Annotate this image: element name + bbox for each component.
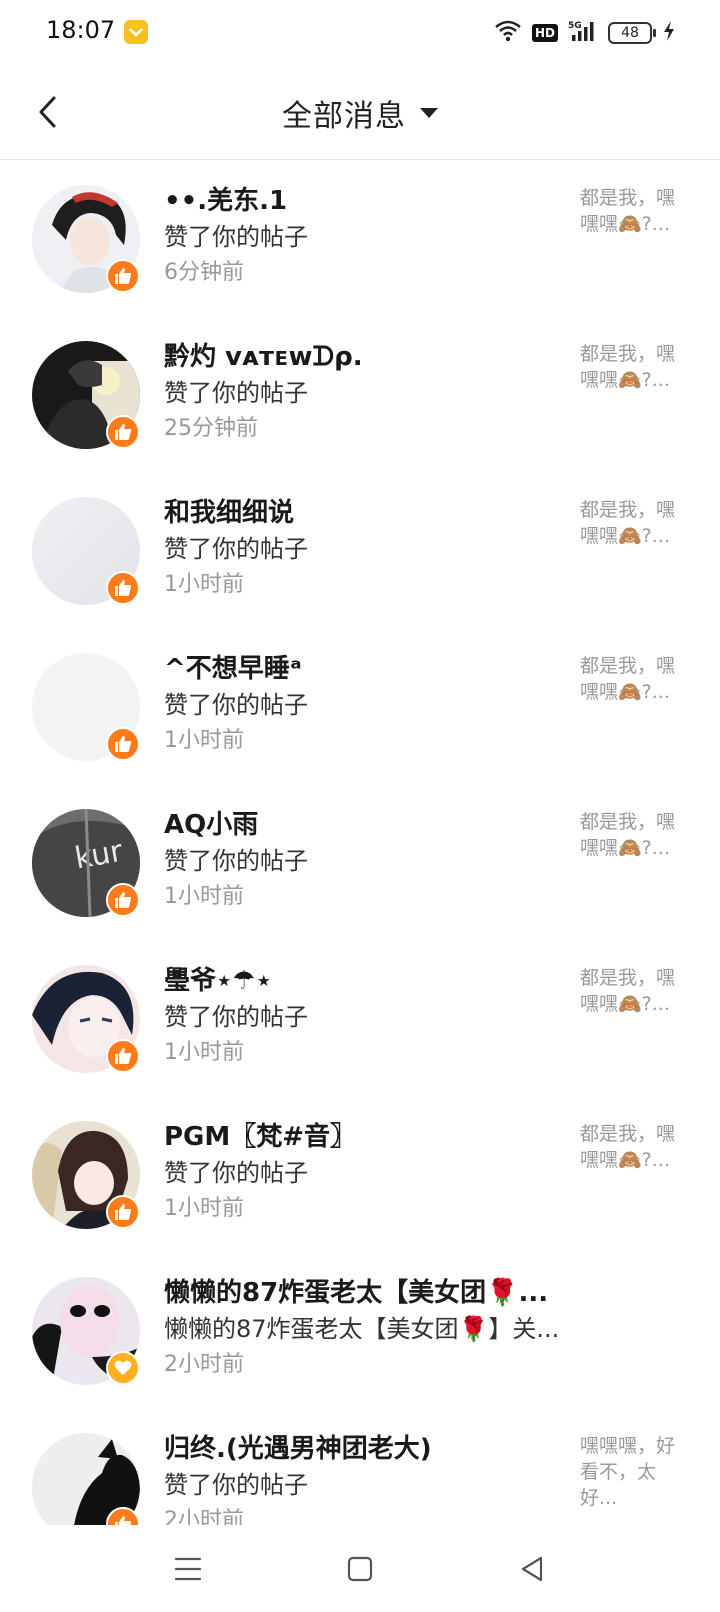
system-nav-bar xyxy=(0,1525,720,1612)
message-action: 赞了你的帖子 xyxy=(164,847,308,875)
message-item[interactable]: ^不想早睡ᵃ 赞了你的帖子 1小时前 都是我，嘿嘿嘿🙈?... xyxy=(0,629,720,785)
message-time: 1小时前 xyxy=(164,572,244,597)
caret-down-icon[interactable] xyxy=(420,108,438,118)
battery-indicator: 48 xyxy=(608,22,656,44)
message-action: 赞了你的帖子 xyxy=(164,535,308,563)
message-item[interactable]: 懒懒的87炸蛋老太【美女团🌹... 懒懒的87炸蛋老太【美女团🌹】关... 2小… xyxy=(0,1253,720,1409)
message-item[interactable]: 璺爷⋆☂⋆ 赞了你的帖子 1小时前 都是我，嘿嘿嘿🙈?... xyxy=(0,941,720,1097)
sender-name[interactable]: 懒懒的87炸蛋老太【美女团🌹... xyxy=(164,1275,564,1311)
status-time: 18:07 xyxy=(46,16,116,44)
home-button[interactable] xyxy=(338,1547,382,1591)
wifi-icon xyxy=(494,20,522,46)
post-preview[interactable]: 都是我，嘿嘿嘿🙈?... xyxy=(580,1121,690,1173)
post-preview[interactable]: 嘿嘿嘿，好看不，太好... xyxy=(580,1433,690,1511)
signal-icon: 5G xyxy=(568,19,598,47)
menu-icon xyxy=(174,1557,202,1581)
title-dropdown[interactable]: 全部消息 xyxy=(0,66,720,160)
message-time: 2小时前 xyxy=(164,1508,244,1525)
thumbs-up-icon xyxy=(115,1204,132,1220)
heart-icon xyxy=(114,1360,132,1375)
message-time: 1小时前 xyxy=(164,1040,244,1065)
menu-button[interactable] xyxy=(166,1547,210,1591)
heart-badge xyxy=(106,1351,140,1385)
like-badge xyxy=(106,883,140,917)
message-item[interactable]: 和我细细说 赞了你的帖子 1小时前 都是我，嘿嘿嘿🙈?... xyxy=(0,473,720,629)
post-preview[interactable]: 都是我，嘿嘿嘿🙈?... xyxy=(580,341,690,393)
message-action: 赞了你的帖子 xyxy=(164,1471,308,1499)
thumbs-up-icon xyxy=(115,892,132,908)
thumbs-up-icon xyxy=(115,1048,132,1064)
message-action: 赞了你的帖子 xyxy=(164,691,308,719)
thumbs-up-icon xyxy=(115,268,132,284)
message-time: 25分钟前 xyxy=(164,416,258,441)
sender-name[interactable]: ••.羌东.1 xyxy=(164,183,564,219)
like-badge xyxy=(106,571,140,605)
back-triangle-icon xyxy=(521,1556,543,1582)
sender-name[interactable]: 黔灼 ᴠᴀᴛᴇᴡᗪρ. xyxy=(164,339,564,375)
thumbs-up-icon xyxy=(115,1516,132,1525)
post-preview[interactable]: 都是我，嘿嘿嘿🙈?... xyxy=(580,497,690,549)
svg-text:5G: 5G xyxy=(568,21,582,31)
message-action: 赞了你的帖子 xyxy=(164,1003,308,1031)
sender-name[interactable]: 归终.(光遇男神团老大) xyxy=(164,1431,564,1467)
thumbs-up-icon xyxy=(115,736,132,752)
message-item[interactable]: 黔灼 ᴠᴀᴛᴇᴡᗪρ. 赞了你的帖子 25分钟前 都是我，嘿嘿嘿🙈?... xyxy=(0,317,720,473)
thumbs-up-icon xyxy=(115,580,132,596)
post-preview[interactable]: 都是我，嘿嘿嘿🙈?... xyxy=(580,809,690,861)
message-item[interactable]: PGM〖梵#音〗 赞了你的帖子 1小时前 都是我，嘿嘿嘿🙈?... xyxy=(0,1097,720,1253)
message-item[interactable]: 归终.(光遇男神团老大) 赞了你的帖子 2小时前 嘿嘿嘿，好看不，太好... xyxy=(0,1409,720,1525)
message-time: 1小时前 xyxy=(164,728,244,753)
sender-name[interactable]: 和我细细说 xyxy=(164,495,564,531)
like-badge xyxy=(106,415,140,449)
like-badge xyxy=(106,259,140,293)
message-item[interactable]: ••.羌东.1 赞了你的帖子 6分钟前 都是我，嘿嘿嘿🙈?... xyxy=(0,161,720,317)
message-time: 1小时前 xyxy=(164,884,244,909)
post-preview[interactable]: 都是我，嘿嘿嘿🙈?... xyxy=(580,965,690,1017)
message-action: 赞了你的帖子 xyxy=(164,223,308,251)
sender-name[interactable]: 璺爷⋆☂⋆ xyxy=(164,963,564,999)
post-preview[interactable]: 都是我，嘿嘿嘿🙈?... xyxy=(580,653,690,705)
header: 全部消息 xyxy=(0,66,720,160)
like-badge xyxy=(106,1039,140,1073)
back-button[interactable] xyxy=(28,88,68,136)
charging-icon xyxy=(662,20,676,46)
hd-badge: HD xyxy=(531,24,558,42)
status-bar: 18:07 HD 5G 48 xyxy=(0,0,720,66)
status-icons: HD 5G 48 xyxy=(494,18,676,48)
chevron-left-icon xyxy=(39,96,56,128)
system-back-button[interactable] xyxy=(510,1547,554,1591)
message-action: 赞了你的帖子 xyxy=(164,379,308,407)
like-badge xyxy=(106,727,140,761)
app-notification-icon xyxy=(124,20,148,44)
message-action: 赞了你的帖子 xyxy=(164,1159,308,1187)
sender-name[interactable]: PGM〖梵#音〗 xyxy=(164,1119,564,1155)
sender-name[interactable]: AQ小雨 xyxy=(164,807,564,843)
thumbs-up-icon xyxy=(115,424,132,440)
message-time: 1小时前 xyxy=(164,1196,244,1221)
sender-name[interactable]: ^不想早睡ᵃ xyxy=(164,651,564,687)
like-badge xyxy=(106,1195,140,1229)
home-square-icon xyxy=(347,1556,373,1582)
post-preview[interactable]: 都是我，嘿嘿嘿🙈?... xyxy=(580,185,690,237)
message-time: 6分钟前 xyxy=(164,260,244,285)
message-item[interactable]: kur AQ小雨 赞了你的帖子 1小时前 都是我，嘿嘿嘿🙈?... xyxy=(0,785,720,941)
message-action: 懒懒的87炸蛋老太【美女团🌹】关... xyxy=(164,1315,560,1343)
message-time: 2小时前 xyxy=(164,1352,244,1377)
page-title[interactable]: 全部消息 xyxy=(282,91,406,135)
message-list[interactable]: ••.羌东.1 赞了你的帖子 6分钟前 都是我，嘿嘿嘿🙈?... 黔灼 ᴠᴀᴛᴇ… xyxy=(0,161,720,1525)
